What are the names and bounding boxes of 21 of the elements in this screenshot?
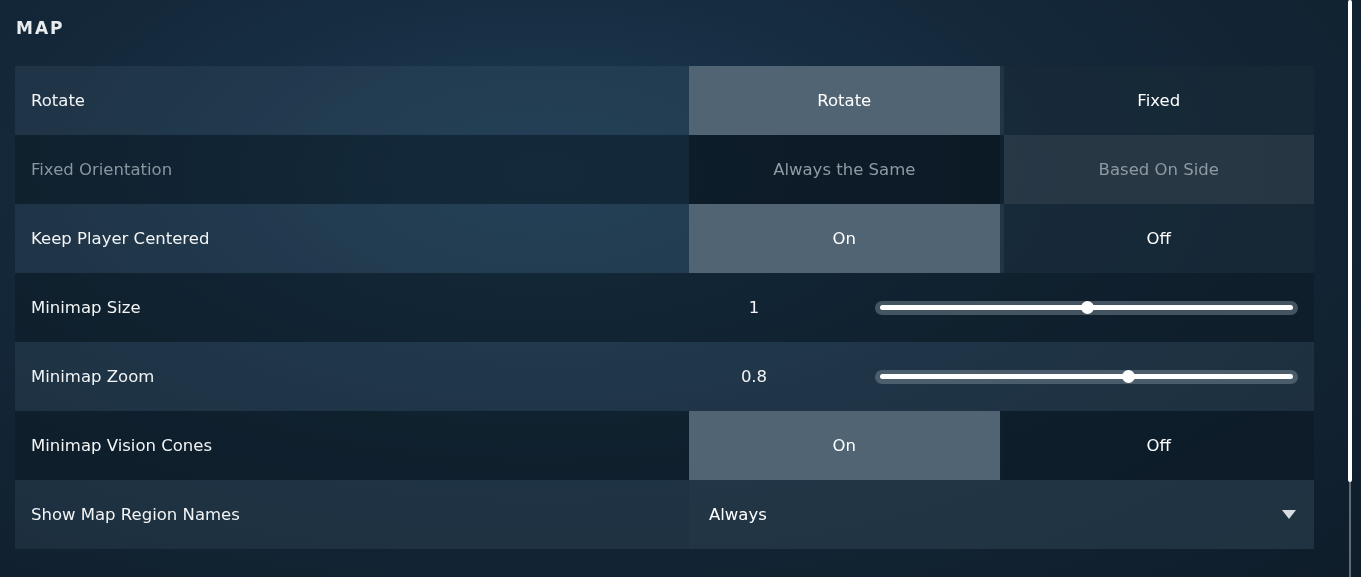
option-button[interactable]: Fixed — [1003, 66, 1314, 135]
slider-track[interactable] — [875, 300, 1298, 315]
setting-label: Fixed Orientation — [30, 159, 174, 181]
slider-thumb[interactable] — [1080, 301, 1094, 314]
slider-value: 1 — [747, 298, 761, 317]
slider-thumb[interactable] — [1121, 370, 1135, 383]
option-button[interactable]: On — [689, 411, 1000, 480]
caret-icon — [1282, 510, 1296, 519]
option-button[interactable]: Rotate — [689, 66, 1000, 135]
option-button[interactable]: Off — [1003, 204, 1314, 273]
setting-label: Show Map Region Names — [30, 504, 241, 526]
setting-label: Minimap Size — [30, 297, 142, 319]
setting-label: Minimap Vision Cones — [30, 435, 214, 457]
option-button[interactable]: On — [689, 204, 1000, 273]
setting-label: Rotate — [30, 90, 87, 112]
setting-label: Keep Player Centered — [30, 228, 211, 250]
setting-label: Minimap Zoom — [30, 366, 156, 388]
slider-value: 0.8 — [739, 367, 769, 386]
section-title: MAP — [15, 18, 66, 40]
scrollbar[interactable] — [1348, 0, 1351, 577]
slider-track[interactable] — [875, 369, 1298, 384]
